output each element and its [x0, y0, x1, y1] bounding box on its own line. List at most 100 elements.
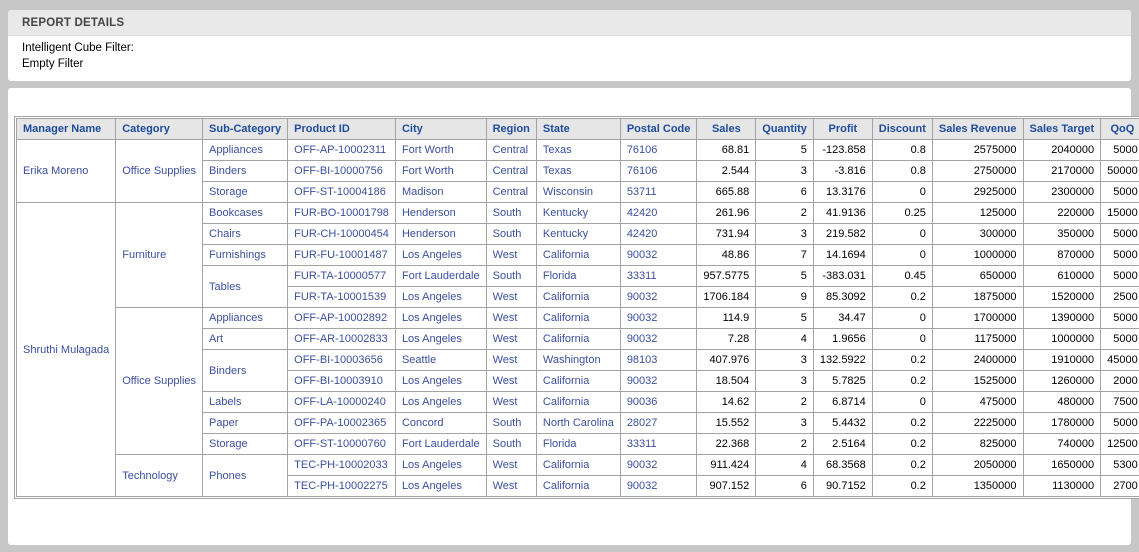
cell-state[interactable]: California	[536, 371, 620, 392]
cell-postal-code[interactable]: 53711	[620, 182, 697, 203]
column-header-sales-target[interactable]: Sales Target	[1023, 119, 1101, 140]
cell-state[interactable]: Washington	[536, 350, 620, 371]
cell-state[interactable]: California	[536, 308, 620, 329]
cell-postal-code[interactable]: 28027	[620, 413, 697, 434]
cell-state[interactable]: California	[536, 245, 620, 266]
column-header-sub-category[interactable]: Sub-Category	[203, 119, 288, 140]
cell-state[interactable]: California	[536, 476, 620, 497]
column-header-postal-code[interactable]: Postal Code	[620, 119, 697, 140]
cell-postal-code[interactable]: 90032	[620, 287, 697, 308]
cell-city[interactable]: Los Angeles	[395, 455, 486, 476]
cell-postal-code[interactable]: 90032	[620, 308, 697, 329]
cell-region[interactable]: South	[486, 413, 536, 434]
column-header-product-id[interactable]: Product ID	[288, 119, 396, 140]
column-header-profit[interactable]: Profit	[813, 119, 872, 140]
cell-state[interactable]: Texas	[536, 161, 620, 182]
cell-sub-category[interactable]: Chairs	[203, 224, 288, 245]
cell-state[interactable]: California	[536, 392, 620, 413]
cell-region[interactable]: West	[486, 308, 536, 329]
cell-region[interactable]: South	[486, 434, 536, 455]
cell-city[interactable]: Los Angeles	[395, 287, 486, 308]
cell-region[interactable]: West	[486, 455, 536, 476]
cell-city[interactable]: Los Angeles	[395, 476, 486, 497]
cell-postal-code[interactable]: 42420	[620, 224, 697, 245]
cell-product-id[interactable]: OFF-ST-10000760	[288, 434, 396, 455]
cell-postal-code[interactable]: 33311	[620, 434, 697, 455]
cell-region[interactable]: West	[486, 350, 536, 371]
cell-category[interactable]: Technology	[116, 455, 203, 497]
cell-sub-category[interactable]: Storage	[203, 434, 288, 455]
cell-region[interactable]: West	[486, 245, 536, 266]
cell-region[interactable]: West	[486, 287, 536, 308]
cell-sub-category[interactable]: Appliances	[203, 308, 288, 329]
cell-city[interactable]: Henderson	[395, 224, 486, 245]
cell-state[interactable]: North Carolina	[536, 413, 620, 434]
cell-postal-code[interactable]: 90032	[620, 371, 697, 392]
cell-city[interactable]: Fort Worth	[395, 140, 486, 161]
cell-city[interactable]: Seattle	[395, 350, 486, 371]
cell-region[interactable]: Central	[486, 182, 536, 203]
cell-sub-category[interactable]: Labels	[203, 392, 288, 413]
cell-region[interactable]: South	[486, 203, 536, 224]
cell-postal-code[interactable]: 76106	[620, 140, 697, 161]
cell-city[interactable]: Los Angeles	[395, 371, 486, 392]
column-header-city[interactable]: City	[395, 119, 486, 140]
cell-product-id[interactable]: OFF-PA-10002365	[288, 413, 396, 434]
cell-state[interactable]: Kentucky	[536, 203, 620, 224]
cell-sub-category[interactable]: Bookcases	[203, 203, 288, 224]
cell-manager-name[interactable]: Shruthi Mulagada	[17, 203, 116, 497]
cell-state[interactable]: Texas	[536, 140, 620, 161]
cell-state[interactable]: Florida	[536, 266, 620, 287]
cell-city[interactable]: Fort Lauderdale	[395, 266, 486, 287]
cell-region[interactable]: Central	[486, 140, 536, 161]
cell-product-id[interactable]: FUR-CH-10000454	[288, 224, 396, 245]
cell-postal-code[interactable]: 90032	[620, 245, 697, 266]
cell-product-id[interactable]: OFF-ST-10004186	[288, 182, 396, 203]
cell-sub-category[interactable]: Appliances	[203, 140, 288, 161]
column-header-state[interactable]: State	[536, 119, 620, 140]
cell-state[interactable]: California	[536, 329, 620, 350]
cell-sub-category[interactable]: Tables	[203, 266, 288, 308]
cell-region[interactable]: South	[486, 224, 536, 245]
cell-postal-code[interactable]: 76106	[620, 161, 697, 182]
cell-product-id[interactable]: OFF-LA-10000240	[288, 392, 396, 413]
cell-state[interactable]: California	[536, 455, 620, 476]
cell-postal-code[interactable]: 33311	[620, 266, 697, 287]
cell-product-id[interactable]: OFF-AP-10002892	[288, 308, 396, 329]
cell-sub-category[interactable]: Art	[203, 329, 288, 350]
cell-product-id[interactable]: TEC-PH-10002033	[288, 455, 396, 476]
cell-product-id[interactable]: FUR-BO-10001798	[288, 203, 396, 224]
cell-postal-code[interactable]: 90036	[620, 392, 697, 413]
cell-city[interactable]: Concord	[395, 413, 486, 434]
cell-city[interactable]: Madison	[395, 182, 486, 203]
cell-city[interactable]: Fort Lauderdale	[395, 434, 486, 455]
cell-region[interactable]: West	[486, 392, 536, 413]
cell-region[interactable]: Central	[486, 161, 536, 182]
cell-postal-code[interactable]: 90032	[620, 329, 697, 350]
cell-region[interactable]: South	[486, 266, 536, 287]
cell-product-id[interactable]: FUR-TA-10001539	[288, 287, 396, 308]
cell-postal-code[interactable]: 90032	[620, 455, 697, 476]
cell-state[interactable]: Florida	[536, 434, 620, 455]
cell-city[interactable]: Los Angeles	[395, 329, 486, 350]
cell-sub-category[interactable]: Binders	[203, 161, 288, 182]
cell-category[interactable]: Furniture	[116, 203, 203, 308]
cell-manager-name[interactable]: Erika Moreno	[17, 140, 116, 203]
cell-city[interactable]: Henderson	[395, 203, 486, 224]
column-header-qoq[interactable]: QoQ	[1101, 119, 1139, 140]
cell-postal-code[interactable]: 98103	[620, 350, 697, 371]
cell-product-id[interactable]: OFF-AR-10002833	[288, 329, 396, 350]
cell-postal-code[interactable]: 90032	[620, 476, 697, 497]
cell-state[interactable]: Kentucky	[536, 224, 620, 245]
column-header-category[interactable]: Category	[116, 119, 203, 140]
cell-product-id[interactable]: OFF-BI-10000756	[288, 161, 396, 182]
column-header-region[interactable]: Region	[486, 119, 536, 140]
cell-region[interactable]: West	[486, 329, 536, 350]
cell-state[interactable]: Wisconsin	[536, 182, 620, 203]
cell-sub-category[interactable]: Binders	[203, 350, 288, 392]
cell-city[interactable]: Los Angeles	[395, 308, 486, 329]
cell-city[interactable]: Los Angeles	[395, 392, 486, 413]
cell-product-id[interactable]: TEC-PH-10002275	[288, 476, 396, 497]
cell-sub-category[interactable]: Storage	[203, 182, 288, 203]
cell-region[interactable]: West	[486, 371, 536, 392]
